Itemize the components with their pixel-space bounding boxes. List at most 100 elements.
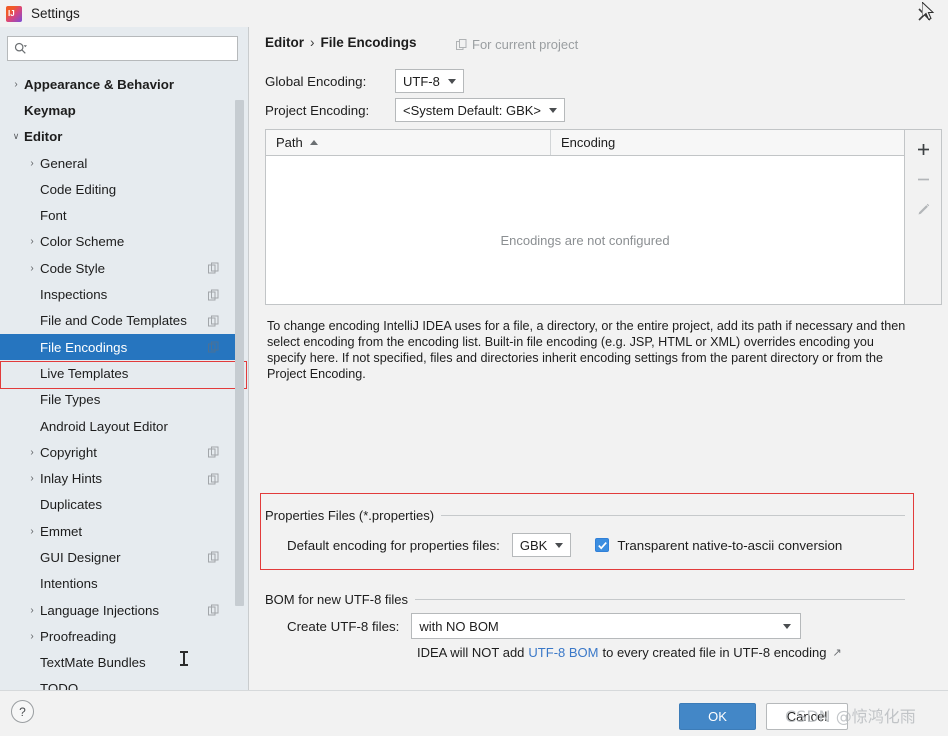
chevron-right-icon[interactable]: › [24,526,40,537]
bom-note-suffix: to every created file in UTF-8 encoding [602,645,827,660]
bom-note: IDEA will NOT add UTF-8 BOM to every cre… [417,645,842,660]
chevron-down-icon [783,623,792,629]
search-field[interactable] [7,36,238,61]
sidebar-item-intentions[interactable]: Intentions [0,571,241,597]
project-encoding-row: Project Encoding: <System Default: GBK> [265,98,566,122]
sidebar-item-label: File Types [40,392,101,408]
breadcrumb-current: File Encodings [320,35,417,50]
sidebar-item-label: Inlay Hints [40,471,103,487]
sidebar-item-label: Appearance & Behavior [24,76,175,92]
sidebar-item-color-scheme[interactable]: › Color Scheme [0,229,241,255]
transparent-native-to-ascii-checkbox[interactable] [595,538,610,552]
create-utf8-files-value: with NO BOM [419,618,499,634]
chevron-right-icon[interactable]: › [24,236,40,247]
bom-note-prefix: IDEA will NOT add [417,645,525,660]
window-titlebar: Settings [0,0,948,27]
settings-tree[interactable]: › Appearance & Behavior Keymap ∨ Editor › Gene… [0,71,241,690]
sidebar-item-language-injections[interactable]: › Language Injections [0,597,241,623]
column-header-encoding-label: Encoding [561,135,616,150]
chevron-right-icon[interactable]: › [24,605,40,616]
chevron-down-icon [549,107,558,113]
project-encoding-value: <System Default: GBK> [403,102,542,118]
project-scope-icon [208,604,219,616]
for-current-project-text: For current project [472,37,579,52]
create-utf8-files-row: Create UTF-8 files: with NO BOM [287,613,802,639]
column-header-encoding[interactable]: Encoding [551,130,615,155]
sidebar-item-editor[interactable]: ∨ Editor [0,124,241,150]
remove-encoding-button[interactable] [908,164,938,194]
sidebar-item-label: GUI Designer [40,549,121,565]
sidebar-item-android-layout-editor[interactable]: Android Layout Editor [0,413,241,439]
sidebar-item-label: TODO [40,681,79,690]
project-scope-icon [208,315,219,327]
window-title: Settings [31,6,80,21]
sidebar-item-font[interactable]: Font [0,202,241,228]
ok-button[interactable]: OK [679,703,756,730]
sidebar-item-proofreading[interactable]: › Proofreading [0,623,241,649]
sidebar-item-emmet[interactable]: › Emmet [0,518,241,544]
global-encoding-row: Global Encoding: UTF-8 [265,69,464,93]
utf8-bom-link[interactable]: UTF-8 BOM [528,645,598,660]
sidebar-item-label: Code Editing [40,181,117,197]
chevron-right-icon[interactable]: › [24,263,40,274]
search-input[interactable] [30,38,220,59]
sidebar-item-label: Color Scheme [40,234,125,250]
create-utf8-files-dropdown[interactable]: with NO BOM [411,613,802,639]
sidebar-item-label: Editor [24,129,63,145]
project-scope-icon [208,262,219,274]
sidebar-item-label: Code Style [40,260,106,276]
sidebar-item-todo[interactable]: TODO [0,676,241,690]
sidebar-item-keymap[interactable]: Keymap [0,97,241,123]
settings-sidebar: › Appearance & Behavior Keymap ∨ Editor › Gene… [0,27,249,690]
table-header: Path Encoding [266,130,904,156]
sidebar-item-code-style[interactable]: › Code Style [0,255,241,281]
sidebar-scrollbar[interactable] [235,73,246,690]
global-encoding-label: Global Encoding: [265,73,367,89]
chevron-right-icon[interactable]: › [24,158,40,169]
sidebar-item-file-and-code-templates[interactable]: File and Code Templates [0,308,241,334]
encodings-table[interactable]: Path Encoding Encodings are not configur… [265,129,905,305]
project-scope-icon [208,446,219,458]
sidebar-item-label: Android Layout Editor [40,418,168,434]
sidebar-item-file-types[interactable]: File Types [0,387,241,413]
properties-group-highlight [260,493,914,570]
sidebar-item-copyright[interactable]: › Copyright [0,439,241,465]
default-properties-encoding-dropdown[interactable]: GBK [511,533,572,557]
breadcrumb-parent[interactable]: Editor [265,35,304,50]
sidebar-item-textmate-bundles[interactable]: TextMate Bundles [0,650,241,676]
project-scope-icon [208,341,219,353]
properties-files-group: Properties Files (*.properties) [265,508,905,523]
csdn-watermark: CSDN @惊鸿化雨 [785,707,916,726]
sidebar-item-label: TextMate Bundles [40,655,146,671]
sidebar-item-file-encodings[interactable]: File Encodings [0,333,241,361]
chevron-right-icon[interactable]: › [24,473,40,484]
add-encoding-button[interactable] [908,134,938,164]
column-header-path[interactable]: Path [266,130,551,155]
chevron-down-icon[interactable]: ∨ [8,131,24,142]
project-encoding-dropdown[interactable]: <System Default: GBK> [395,98,566,122]
sidebar-item-live-templates[interactable]: Live Templates [0,360,241,386]
breadcrumb-separator: › [310,35,315,50]
sidebar-item-inspections[interactable]: Inspections [0,281,241,307]
sidebar-item-code-editing[interactable]: Code Editing [0,176,241,202]
properties-files-group-title: Properties Files (*.properties) [265,508,442,523]
sidebar-item-gui-designer[interactable]: GUI Designer [0,544,241,570]
sidebar-item-duplicates[interactable]: Duplicates [0,492,241,518]
sidebar-item-label: Copyright [40,444,97,460]
external-link-icon: ↗ [832,647,842,659]
default-properties-encoding-value: GBK [519,537,548,553]
sidebar-item-inlay-hints[interactable]: › Inlay Hints [0,465,241,491]
breadcrumb: Editor › File Encodings [265,35,417,50]
edit-encoding-button[interactable] [908,194,938,224]
create-utf8-files-label: Create UTF-8 files: [287,618,400,634]
text-cursor [180,651,188,666]
sidebar-item-appearance-behavior[interactable]: › Appearance & Behavior [0,71,241,97]
chevron-right-icon[interactable]: › [8,79,24,90]
global-encoding-dropdown[interactable]: UTF-8 [395,69,464,93]
sidebar-scrollbar-thumb[interactable] [235,100,244,606]
help-button[interactable]: ? [11,700,34,723]
chevron-right-icon[interactable]: › [24,631,40,642]
chevron-right-icon[interactable]: › [24,447,40,458]
sidebar-item-label: Intentions [40,576,98,592]
sidebar-item-general[interactable]: › General [0,150,241,176]
